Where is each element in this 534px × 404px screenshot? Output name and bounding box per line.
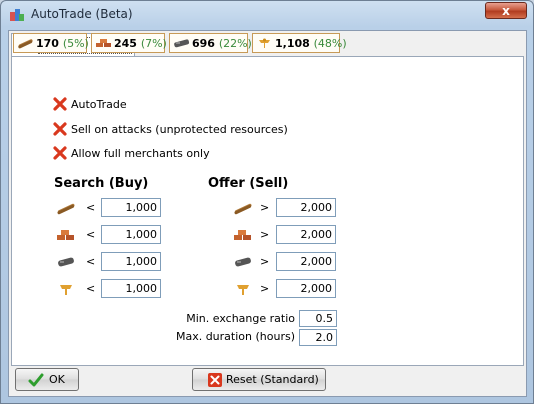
close-button[interactable]: x bbox=[485, 2, 527, 19]
title-bar[interactable]: AutoTrade (Beta) x bbox=[1, 1, 533, 27]
ok-label: OK bbox=[49, 373, 65, 386]
iron-icon bbox=[235, 257, 251, 267]
wood-icon bbox=[234, 203, 252, 215]
resource-crop: 1,108 (48%) bbox=[252, 33, 347, 53]
search-clay-input[interactable]: 1,000 bbox=[101, 225, 161, 244]
max-duration-input[interactable]: 2.0 bbox=[299, 329, 337, 346]
iron-icon bbox=[58, 257, 74, 267]
autotrade-window: AutoTrade (Beta) x [ 170 (5%) 245 (7%) bbox=[0, 0, 534, 404]
search-title: Search (Buy) bbox=[54, 176, 149, 191]
reset-button[interactable]: Reset (Standard) bbox=[192, 368, 326, 391]
less-than-operator: < bbox=[86, 228, 96, 241]
offer-clay-input[interactable]: 2,000 bbox=[276, 225, 336, 244]
reset-label: Reset (Standard) bbox=[226, 373, 319, 386]
red-x-icon bbox=[53, 122, 67, 136]
resource-percent: (7%) bbox=[140, 37, 167, 50]
resource-amount: 245 bbox=[114, 37, 137, 50]
window-title: AutoTrade (Beta) bbox=[31, 7, 133, 21]
app-icon bbox=[10, 9, 24, 21]
wood-icon bbox=[57, 203, 75, 215]
iron-icon bbox=[174, 39, 190, 48]
ok-button[interactable]: OK bbox=[15, 368, 79, 391]
resource-percent: (48%) bbox=[313, 37, 347, 50]
crop-icon bbox=[259, 38, 270, 48]
greater-than-operator: > bbox=[260, 228, 270, 241]
resource-amount: 170 bbox=[36, 37, 59, 50]
less-than-operator: < bbox=[86, 255, 96, 268]
offer-iron-input[interactable]: 2,000 bbox=[276, 252, 336, 271]
option-label: AutoTrade bbox=[71, 98, 127, 111]
option-label: Allow full merchants only bbox=[71, 147, 210, 160]
less-than-operator: < bbox=[86, 282, 96, 295]
min-ratio-input[interactable]: 0.5 bbox=[299, 310, 337, 327]
red-x-box-icon bbox=[208, 373, 222, 387]
crop-icon bbox=[237, 285, 249, 295]
clay-icon bbox=[57, 230, 74, 240]
search-wood-input[interactable]: 1,000 bbox=[101, 198, 161, 217]
resource-wood: 170 (5%) bbox=[13, 33, 89, 53]
checkmark-icon bbox=[28, 373, 44, 387]
greater-than-operator: > bbox=[260, 201, 270, 214]
offer-crop-input[interactable]: 2,000 bbox=[276, 279, 336, 298]
search-iron-input[interactable]: 1,000 bbox=[101, 252, 161, 271]
resource-percent: (5%) bbox=[62, 37, 89, 50]
resource-amount: 696 bbox=[192, 37, 215, 50]
greater-than-operator: > bbox=[260, 255, 270, 268]
option-label: Sell on attacks (unprotected resources) bbox=[71, 123, 288, 136]
resource-iron: 696 (22%) bbox=[169, 33, 252, 53]
min-ratio-label: Min. exchange ratio bbox=[186, 312, 295, 325]
clay-icon bbox=[234, 230, 251, 240]
less-than-operator: < bbox=[86, 201, 96, 214]
offer-title: Offer (Sell) bbox=[208, 176, 289, 191]
max-duration-label: Max. duration (hours) bbox=[175, 330, 295, 343]
search-crop-input[interactable]: 1,000 bbox=[101, 279, 161, 298]
crop-icon bbox=[60, 285, 72, 295]
resource-percent: (22%) bbox=[218, 37, 252, 50]
resource-amount: 1,108 bbox=[275, 37, 310, 50]
greater-than-operator: > bbox=[260, 282, 270, 295]
clay-icon bbox=[96, 39, 111, 47]
red-x-icon bbox=[53, 97, 67, 111]
resource-clay: 245 (7%) bbox=[91, 33, 167, 53]
offer-wood-input[interactable]: 2,000 bbox=[276, 198, 336, 217]
red-x-icon bbox=[53, 146, 67, 160]
wood-icon bbox=[18, 39, 33, 49]
